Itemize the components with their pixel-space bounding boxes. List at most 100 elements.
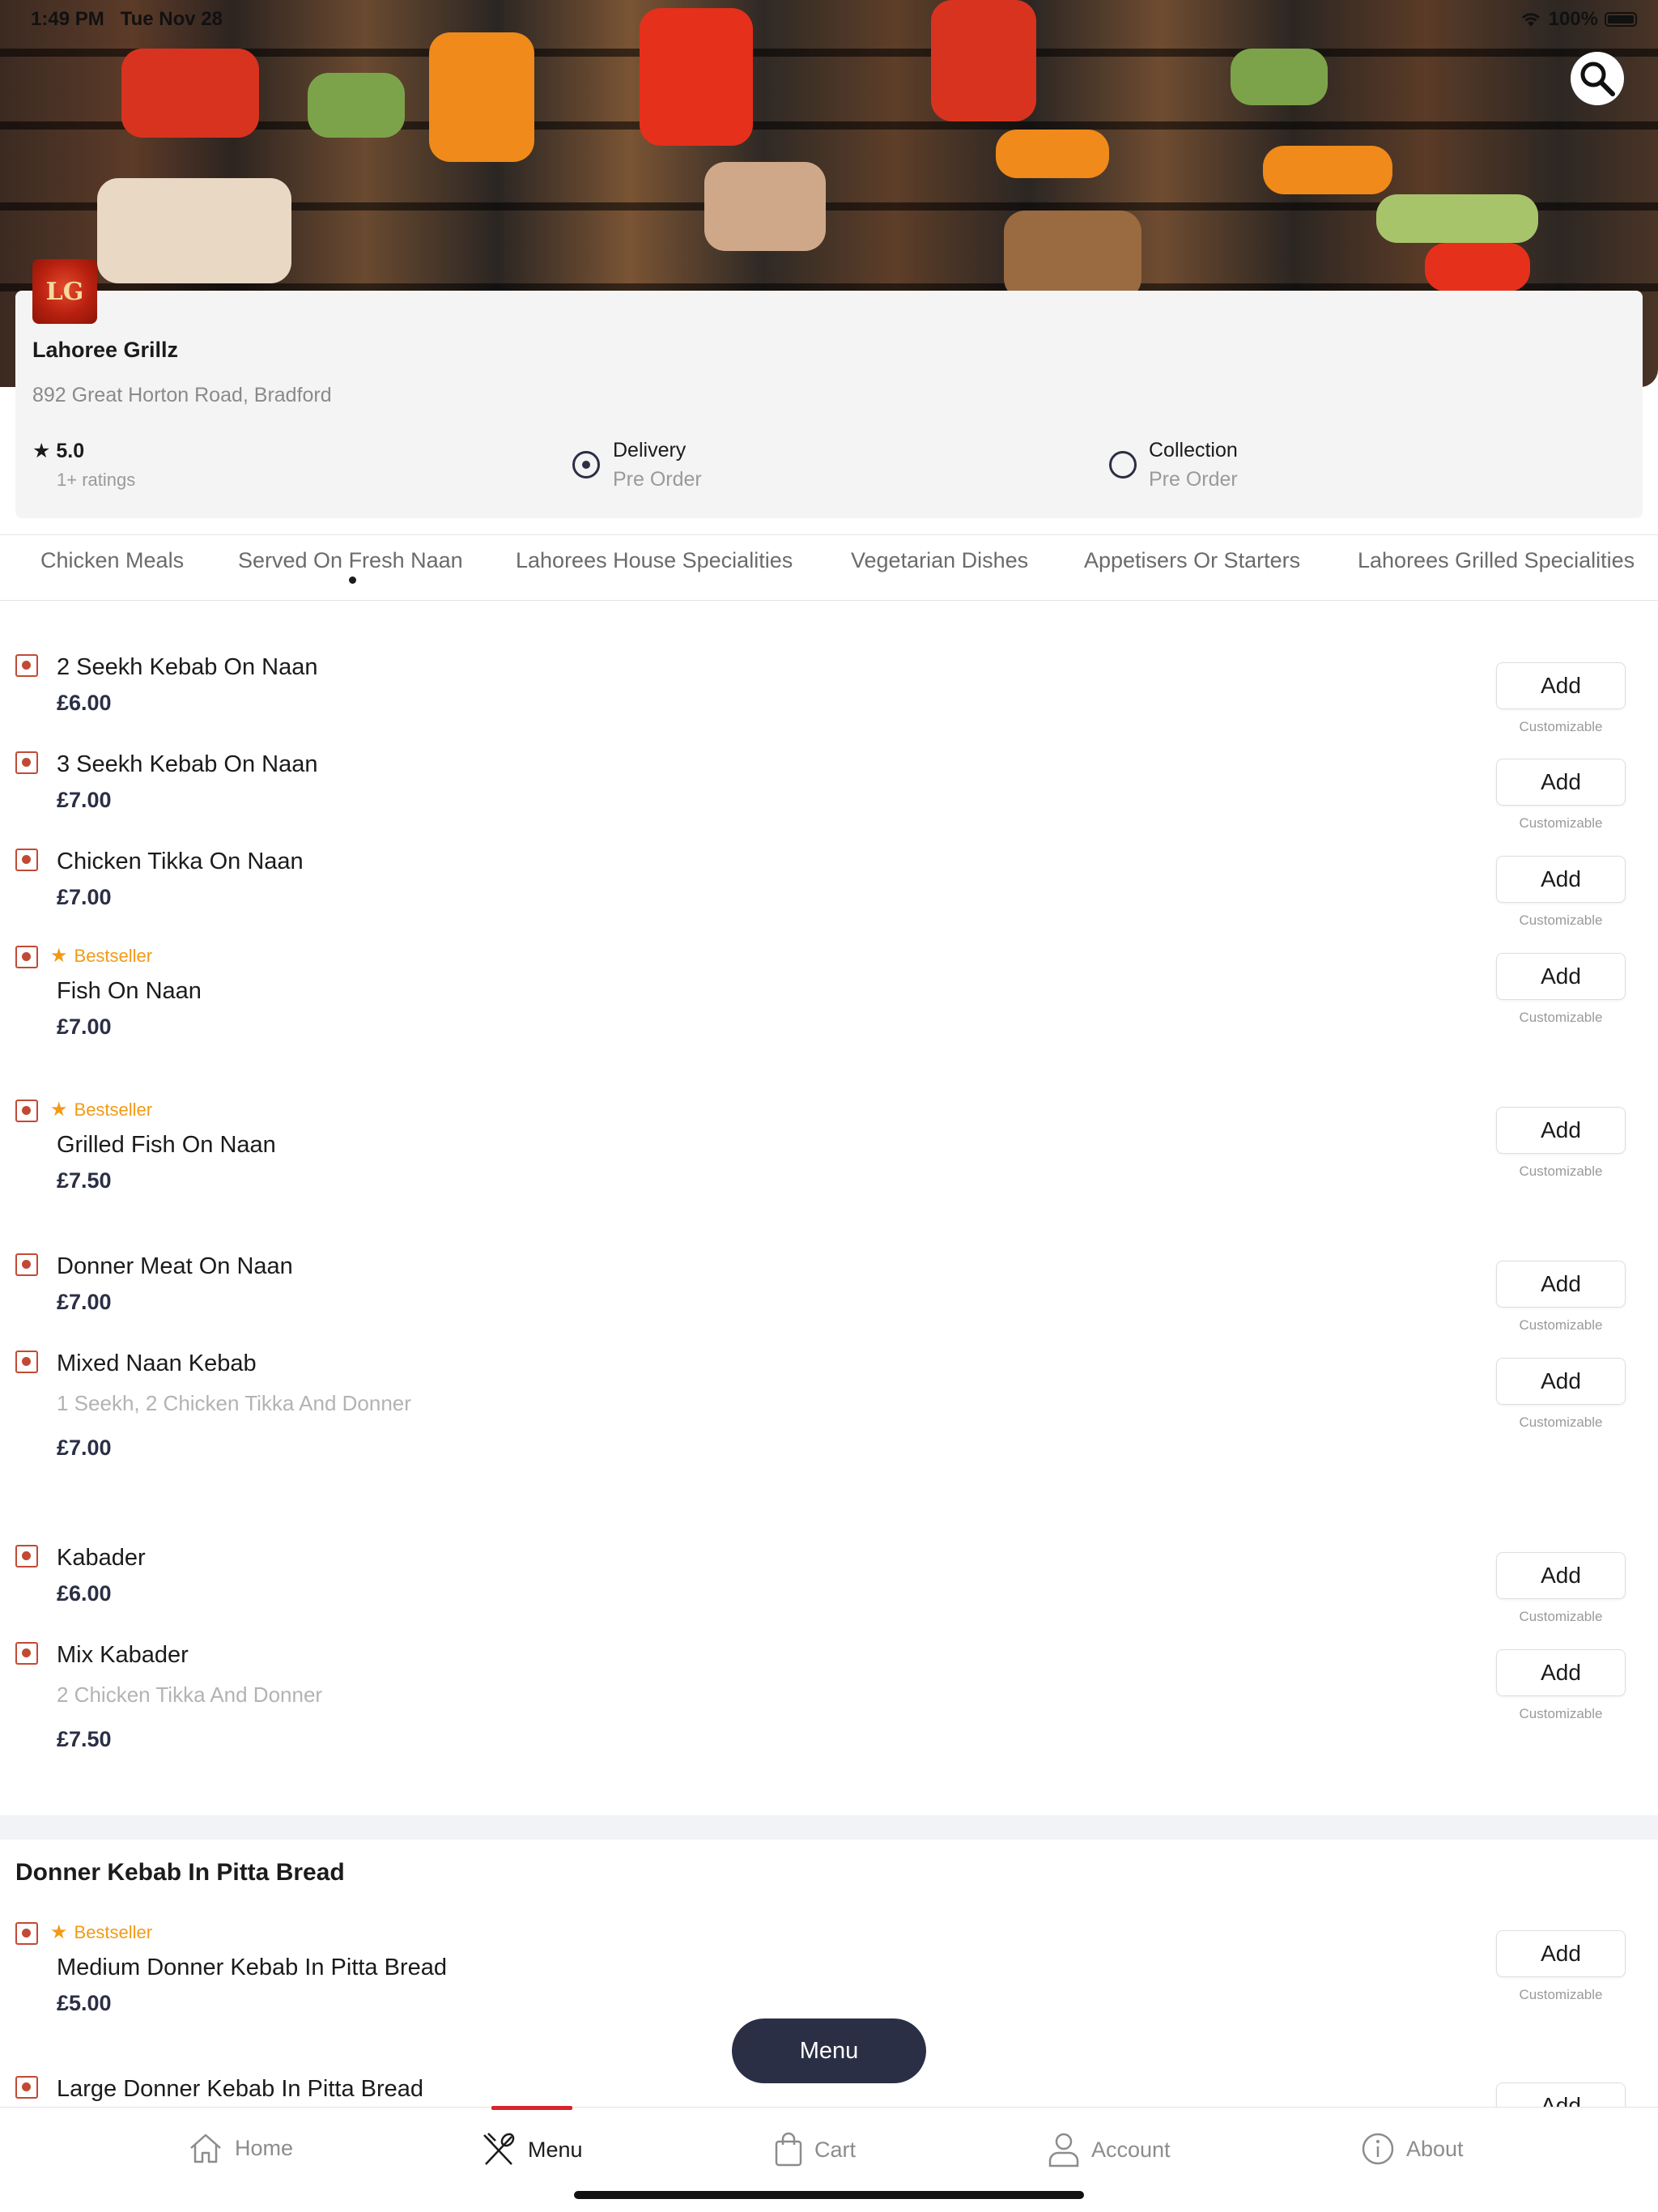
- battery-percent: 100%: [1548, 8, 1598, 30]
- item-price: £6.00: [57, 691, 112, 715]
- collection-radio[interactable]: [1109, 451, 1137, 479]
- nav-about[interactable]: About: [1361, 2132, 1464, 2166]
- active-tab-indicator: [349, 576, 356, 584]
- item-name: Kabader: [57, 1545, 146, 1571]
- non-veg-marker-icon: [15, 751, 38, 774]
- nav-account[interactable]: Account: [1048, 2132, 1171, 2167]
- tab-chicken-meals[interactable]: Chicken Meals: [40, 548, 184, 573]
- non-veg-marker-icon: [15, 2076, 38, 2099]
- status-right: 100%: [1520, 8, 1637, 31]
- add-button[interactable]: Add: [1496, 856, 1626, 903]
- star-icon: ★: [50, 1099, 68, 1121]
- battery-icon: [1605, 12, 1637, 27]
- search-button[interactable]: [1571, 52, 1624, 105]
- collection-label: Collection: [1149, 439, 1238, 462]
- status-time: 1:49 PM Tue Nov 28: [31, 8, 223, 30]
- add-button[interactable]: Add: [1496, 662, 1626, 709]
- customizable-label: Customizable: [1519, 1414, 1603, 1430]
- customizable-label: Customizable: [1519, 912, 1603, 928]
- restaurant-name: Lahoree Grillz: [32, 338, 179, 362]
- customizable-label: Customizable: [1519, 1163, 1603, 1179]
- tab-served-on-fresh-naan[interactable]: Served On Fresh Naan: [238, 548, 463, 573]
- non-veg-marker-icon: [15, 1545, 38, 1568]
- add-button[interactable]: Add: [1496, 1358, 1626, 1405]
- home-indicator: [574, 2191, 1084, 2199]
- search-icon: [1580, 62, 1615, 96]
- item-price: £7.50: [57, 1168, 112, 1193]
- user-icon: [1048, 2133, 1079, 2167]
- non-veg-marker-icon: [15, 946, 38, 968]
- delivery-sub: Pre Order: [613, 468, 702, 491]
- item-name: Chicken Tikka On Naan: [57, 849, 304, 874]
- ratings-count: 1+ ratings: [57, 470, 136, 490]
- add-button[interactable]: Add: [1496, 1261, 1626, 1308]
- customizable-label: Customizable: [1519, 1987, 1603, 2002]
- delivery-label: Delivery: [613, 439, 687, 462]
- add-button[interactable]: Add: [1496, 1552, 1626, 1599]
- item-name: Fish On Naan: [57, 978, 202, 1004]
- customizable-label: Customizable: [1519, 1706, 1603, 1721]
- restaurant-address: 892 Great Horton Road, Bradford: [32, 384, 332, 406]
- item-price: £7.00: [57, 1436, 112, 1460]
- cutlery-icon: [483, 2133, 515, 2165]
- item-name: 3 Seekh Kebab On Naan: [57, 751, 318, 777]
- nav-home[interactable]: Home: [188, 2132, 293, 2164]
- star-icon: ★: [50, 1921, 68, 1943]
- customizable-label: Customizable: [1519, 1010, 1603, 1025]
- home-icon: [190, 2133, 221, 2163]
- customizable-label: Customizable: [1519, 719, 1603, 734]
- item-name: Mix Kabader: [57, 1642, 189, 1668]
- non-veg-marker-icon: [15, 849, 38, 871]
- non-veg-marker-icon: [15, 1922, 38, 1945]
- add-button[interactable]: Add: [1496, 953, 1626, 1000]
- bestseller-badge: ★ Bestseller: [50, 1921, 153, 1943]
- tab-appetisers-or-starters[interactable]: Appetisers Or Starters: [1084, 548, 1300, 573]
- section-divider: [0, 1815, 1658, 1840]
- non-veg-marker-icon: [15, 1253, 38, 1276]
- bestseller-badge: ★ Bestseller: [50, 1099, 153, 1121]
- item-name: Grilled Fish On Naan: [57, 1132, 276, 1158]
- item-description: 1 Seekh, 2 Chicken Tikka And Donner: [57, 1391, 411, 1415]
- nav-menu[interactable]: Menu: [481, 2132, 583, 2167]
- item-price: £5.00: [57, 1991, 112, 2015]
- menu-float-button[interactable]: Menu: [732, 2018, 926, 2083]
- star-icon: ★: [32, 440, 51, 462]
- info-icon: [1362, 2133, 1394, 2165]
- item-name: Donner Meat On Naan: [57, 1253, 293, 1279]
- collection-sub: Pre Order: [1149, 468, 1238, 491]
- non-veg-marker-icon: [15, 1642, 38, 1665]
- item-price: £7.00: [57, 885, 112, 909]
- delivery-radio[interactable]: [572, 451, 600, 479]
- item-name: Medium Donner Kebab In Pitta Bread: [57, 1955, 447, 1980]
- restaurant-logo: LG: [32, 259, 97, 324]
- add-button[interactable]: Add: [1496, 759, 1626, 806]
- item-name: Mixed Naan Kebab: [57, 1351, 257, 1376]
- add-button[interactable]: Add: [1496, 1107, 1626, 1154]
- add-button[interactable]: Add: [1496, 1649, 1626, 1696]
- item-price: £7.00: [57, 1015, 112, 1039]
- nav-cart[interactable]: Cart: [774, 2132, 856, 2167]
- item-description: 2 Chicken Tikka And Donner: [57, 1682, 323, 1707]
- wifi-icon: [1521, 13, 1540, 27]
- item-price: £7.00: [57, 788, 112, 812]
- item-name: 2 Seekh Kebab On Naan: [57, 654, 318, 680]
- non-veg-marker-icon: [15, 1351, 38, 1373]
- tab-lahorees-grilled-specialities[interactable]: Lahorees Grilled Specialities: [1358, 548, 1635, 573]
- section-title: Donner Kebab In Pitta Bread: [15, 1859, 345, 1886]
- shopping-bag-icon: [775, 2132, 802, 2167]
- customizable-label: Customizable: [1519, 1317, 1603, 1333]
- rating-value: ★ 5.0: [32, 440, 85, 462]
- nav-active-indicator: [491, 2106, 572, 2110]
- non-veg-marker-icon: [15, 1100, 38, 1122]
- star-icon: ★: [50, 945, 68, 967]
- item-name: Large Donner Kebab In Pitta Bread: [57, 2076, 424, 2102]
- tab-vegetarian-dishes[interactable]: Vegetarian Dishes: [851, 548, 1028, 573]
- add-button[interactable]: Add: [1496, 1930, 1626, 1977]
- bestseller-badge: ★ Bestseller: [50, 945, 153, 967]
- tab-lahorees-house-specialities[interactable]: Lahorees House Specialities: [516, 548, 793, 573]
- item-price: £7.00: [57, 1290, 112, 1314]
- category-tabs: Chicken Meals Served On Fresh Naan Lahor…: [0, 534, 1658, 601]
- customizable-label: Customizable: [1519, 815, 1603, 831]
- item-price: £7.50: [57, 1727, 112, 1751]
- customizable-label: Customizable: [1519, 1609, 1603, 1624]
